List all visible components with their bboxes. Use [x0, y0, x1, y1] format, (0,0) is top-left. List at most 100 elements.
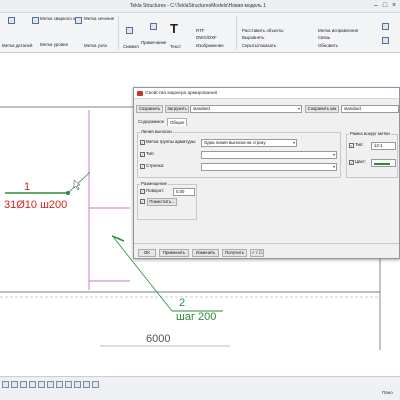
mark1-leader [67, 171, 91, 194]
ribbon: Метка деталей Метка сварного шва Метка у… [0, 13, 400, 53]
grid-icon[interactable] [382, 37, 389, 44]
snap-button[interactable] [29, 381, 36, 388]
snap-button[interactable] [47, 381, 54, 388]
dialog-title-bar: Свойства маркера армирования [134, 88, 399, 99]
load-settings-select[interactable]: standard ▾ [190, 105, 302, 113]
rotation-value: 0.00 [176, 189, 185, 194]
weld-mark-icon[interactable] [32, 17, 39, 24]
ribbon-symbol[interactable]: Символ [123, 44, 139, 49]
save-as-name-input[interactable]: standard [341, 105, 399, 113]
snap-button[interactable] [2, 381, 9, 388]
load-settings-value: standard [193, 106, 210, 111]
frame-type-checkbox[interactable]: ✓ [349, 143, 354, 148]
snap-button[interactable] [65, 381, 72, 388]
note-icon[interactable] [150, 23, 157, 30]
dialog-app-icon [137, 91, 143, 96]
apply-button[interactable]: Применить [159, 249, 189, 257]
color-label: Цвет: [355, 159, 367, 164]
title-bar: Tekla Structures - C:\TeklaStructuresMod… [0, 0, 400, 13]
arrow-select[interactable]: ▾ [201, 163, 337, 171]
save-as-button[interactable]: Сохранить как [305, 105, 339, 113]
type-checkbox[interactable]: ✓ [140, 152, 145, 157]
chevron-down-icon: ▾ [332, 164, 335, 169]
snap-button[interactable] [74, 381, 81, 388]
rotation-input[interactable]: 0.00 [173, 188, 195, 196]
rebar-group-mark-label: Метка группы арматуры: [146, 139, 197, 144]
rebar-group-mark-select[interactable]: Одна линия выноски на строку ▾ [201, 139, 297, 147]
placing-button[interactable]: Поместить... [147, 198, 177, 206]
rebar-group-mark-value: Одна линия выноски на строку [204, 140, 266, 145]
save-button[interactable]: Сохранить [136, 105, 163, 113]
grid-icon[interactable] [382, 23, 389, 30]
rotation-label: Поворот: [146, 188, 165, 193]
snap-button[interactable] [20, 381, 27, 388]
mark2-number[interactable]: 2 [179, 297, 185, 309]
ribbon-hide-show[interactable]: Скрыть/показать [242, 43, 276, 48]
chevron-down-icon: ▾ [292, 140, 295, 145]
snap-button[interactable] [38, 381, 45, 388]
chevron-down-icon: ▾ [332, 152, 335, 157]
dialog-title: Свойства маркера армирования [145, 91, 218, 96]
frame-type-select[interactable]: 12:1 [371, 142, 396, 150]
mark1-number[interactable]: 1 [24, 181, 30, 193]
ribbon-note[interactable]: Примечание [141, 40, 166, 45]
ribbon-link[interactable]: Связь [318, 35, 330, 40]
ribbon-align[interactable]: Выровнять [242, 35, 264, 40]
cursor-icon [73, 179, 81, 191]
frame-type-label: Тип: [355, 142, 364, 147]
minimize-icon[interactable]: – [372, 2, 380, 10]
snap-button[interactable] [11, 381, 18, 388]
get-button[interactable]: Получить [222, 249, 247, 257]
leader-tick [111, 235, 125, 242]
close-icon[interactable]: × [390, 2, 398, 10]
ribbon-detail-mark[interactable]: Метка узла [84, 43, 107, 48]
ribbon-level-mark[interactable]: Метка уровня [40, 42, 68, 47]
text-icon[interactable]: T [170, 22, 178, 35]
maximize-icon[interactable]: □ [381, 2, 389, 10]
ribbon-rtf[interactable]: RTF [196, 28, 204, 33]
ribbon-section-mark[interactable]: Метка сечения [84, 16, 114, 21]
rebar-group-mark-checkbox[interactable]: ✓ [140, 140, 145, 145]
rotation-checkbox[interactable]: ✓ [140, 189, 145, 194]
ribbon-divider [118, 16, 119, 50]
placement-group-title: Размещение [140, 181, 168, 186]
ok-button[interactable]: OK [138, 249, 156, 257]
mark2-text[interactable]: шаг 200 [176, 311, 216, 323]
leader-dot [66, 191, 70, 195]
section-mark-icon[interactable] [75, 17, 82, 24]
tab-general[interactable]: Общие [167, 118, 188, 126]
ribbon-image[interactable]: Изображение [196, 43, 224, 48]
color-select[interactable] [371, 159, 396, 167]
color-checkbox[interactable]: ✓ [349, 160, 354, 165]
load-button[interactable]: Загрузить [165, 105, 189, 113]
arrow-checkbox[interactable]: ✓ [140, 164, 145, 169]
chevron-down-icon: ▾ [297, 106, 300, 111]
ribbon-revision-mark[interactable]: Метка исправления [318, 28, 358, 33]
part-mark-icon[interactable] [8, 17, 15, 24]
save-as-value: standard [344, 106, 361, 111]
snap-button[interactable] [83, 381, 90, 388]
ribbon-text[interactable]: Текст [170, 44, 181, 49]
status-bar: Пано [0, 376, 400, 400]
type-label: Тип: [146, 151, 155, 156]
toggle-all-button[interactable]: ✓ / ☐ [250, 249, 264, 257]
ribbon-part-mark[interactable]: Метка деталей [2, 43, 32, 48]
frame-type-value: 12:1 [374, 143, 383, 148]
mark1-text[interactable]: 31Ø10 ш200 [4, 199, 67, 211]
footer-divider [134, 243, 399, 244]
snap-button[interactable] [92, 381, 99, 388]
window-title: Tekla Structures - C:\TeklaStructuresMod… [130, 3, 266, 9]
snap-button[interactable] [56, 381, 63, 388]
rebar-mark-properties-dialog: Свойства маркера армирования Сохранить З… [133, 87, 400, 259]
symbol-icon[interactable] [126, 27, 133, 34]
leader-type-select[interactable]: ▾ [201, 151, 337, 159]
ribbon-dwg[interactable]: DWG/DXF [196, 35, 217, 40]
ribbon-update[interactable]: Обновить [318, 43, 338, 48]
ribbon-arrange-objects[interactable]: Расставить объекты [242, 28, 283, 33]
dimension-value[interactable]: 6000 [146, 333, 170, 345]
tab-contents[interactable]: Содержимое [136, 118, 166, 126]
arrow-label: Стрелка: [146, 163, 165, 168]
modify-button[interactable]: Изменить [192, 249, 219, 257]
status-right-text: Пано [382, 390, 393, 395]
placing-checkbox[interactable]: ✓ [140, 199, 145, 204]
